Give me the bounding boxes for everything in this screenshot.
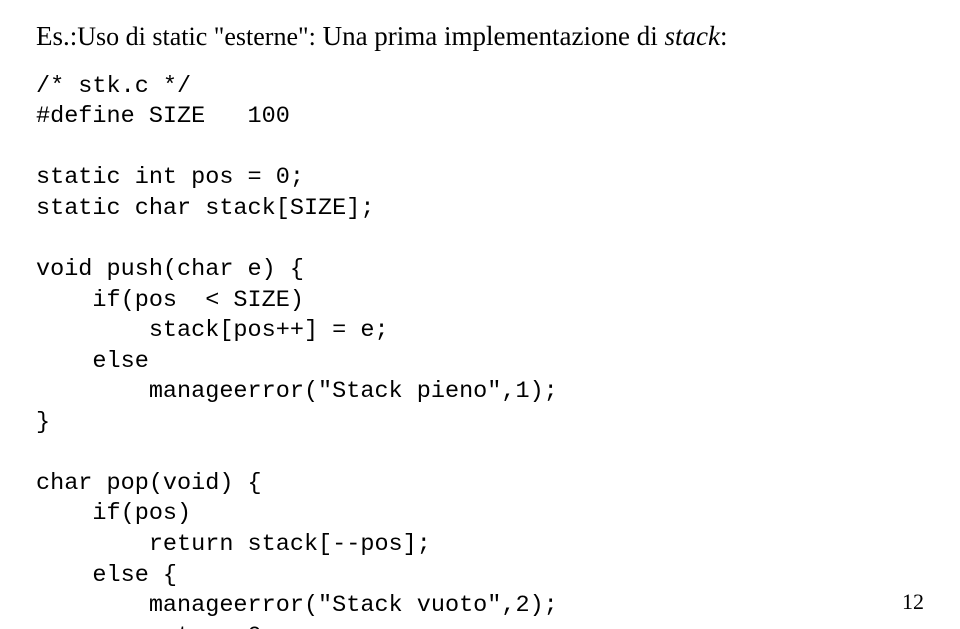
heading-lead: Es.: (36, 21, 77, 51)
heading-rest: Una prima implementazione di (316, 21, 665, 51)
heading-emph: stack (664, 21, 719, 51)
page-number: 12 (902, 589, 924, 615)
heading-line: Es.:Uso di static "esterne": Una prima i… (36, 20, 924, 54)
code-block: /* stk.c */ #define SIZE 100 static int … (36, 72, 924, 629)
heading-tail: : (720, 21, 728, 51)
heading-label: Uso di static "esterne": (77, 22, 316, 51)
document-page: Es.:Uso di static "esterne": Una prima i… (0, 0, 960, 629)
